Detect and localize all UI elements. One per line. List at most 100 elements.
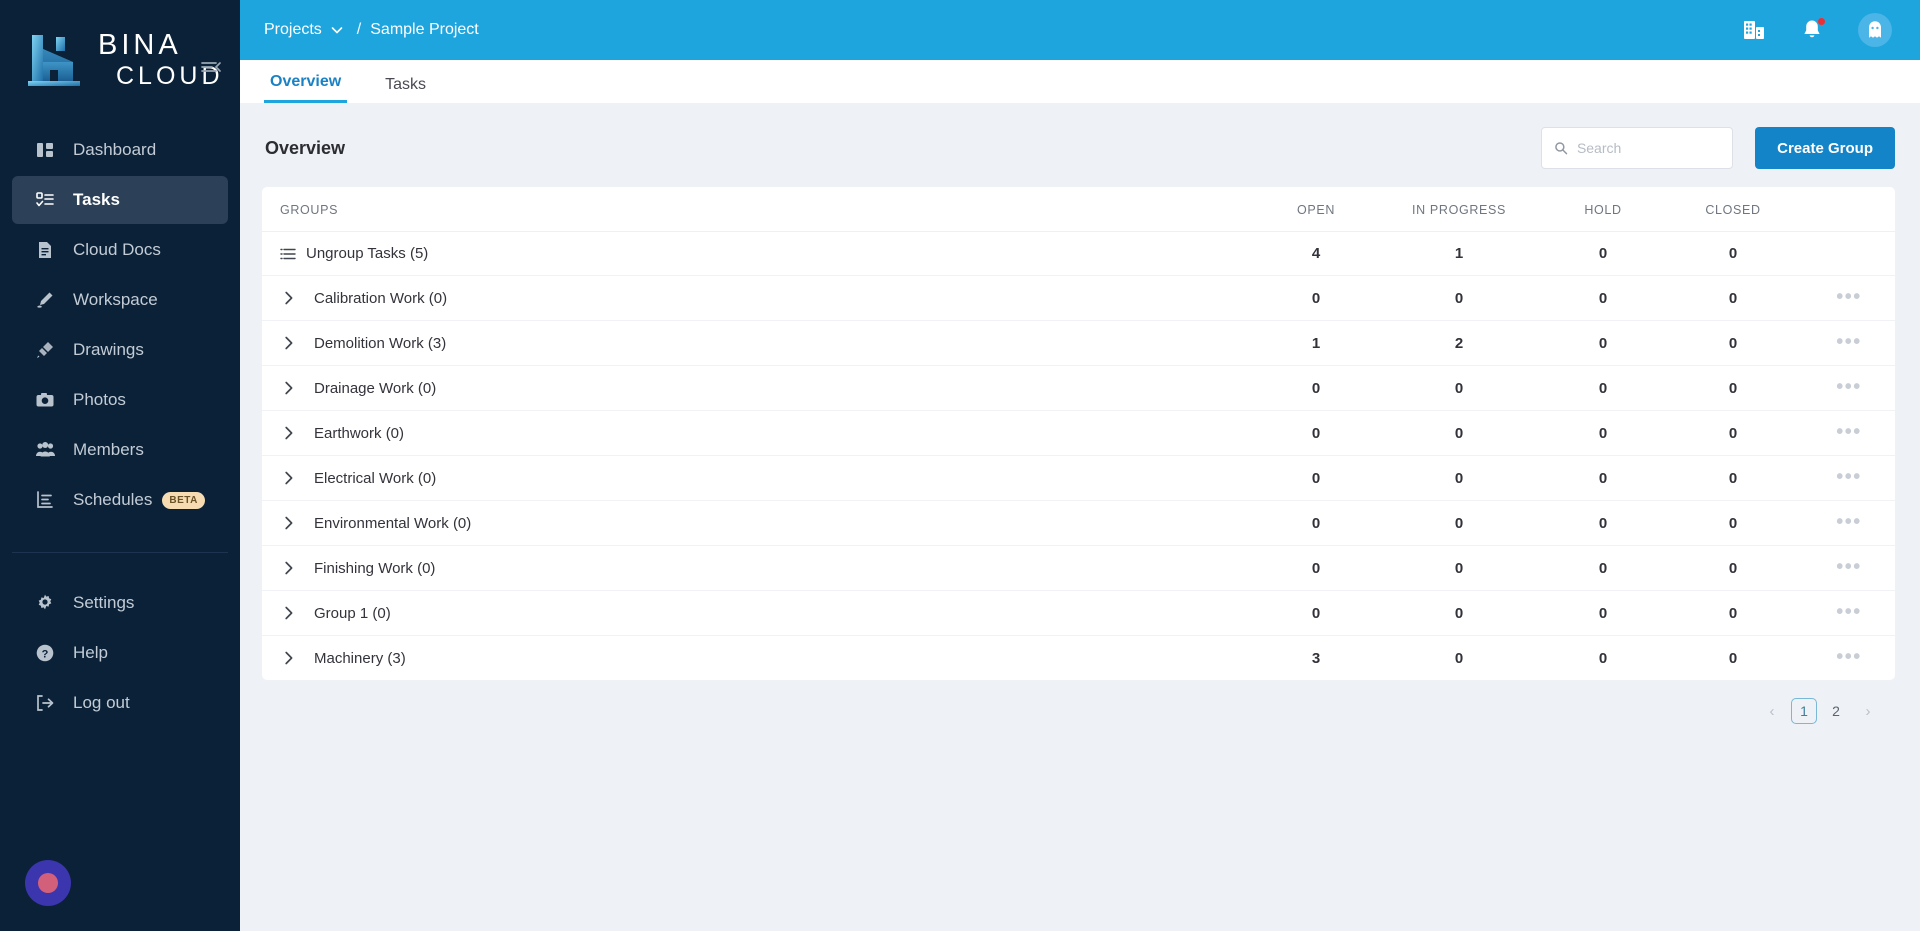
chevron-right-icon[interactable] [280, 424, 300, 442]
table-row[interactable]: Finishing Work (0) 0 0 0 0 ••• [262, 545, 1895, 591]
sidebar-item-drawings[interactable]: Drawings [12, 326, 228, 374]
group-cell[interactable]: Drainage Work (0) [262, 365, 1257, 411]
chevron-right-icon[interactable] [280, 334, 300, 352]
row-actions-cell[interactable]: ••• [1803, 636, 1895, 681]
in-progress-count: 1 [1375, 231, 1543, 276]
row-more-menu-icon[interactable]: ••• [1836, 466, 1862, 488]
people-icon [34, 439, 56, 461]
in-progress-count: 0 [1454, 649, 1464, 667]
table-header-row: GROUPS OPEN IN PROGRESS HOLD CLOSED [262, 187, 1895, 232]
pagination-prev[interactable]: ‹ [1759, 698, 1785, 724]
company-building-icon[interactable] [1742, 18, 1766, 42]
create-group-button[interactable]: Create Group [1755, 127, 1895, 169]
sidebar-item-cloud-docs[interactable]: Cloud Docs [12, 226, 228, 274]
group-cell[interactable]: Demolition Work (3) [262, 320, 1257, 366]
hold-count: 0 [1543, 455, 1663, 501]
sidebar-item-logout[interactable]: Log out [12, 679, 228, 727]
breadcrumb-current[interactable]: Sample Project [370, 21, 479, 39]
chevron-right-icon[interactable] [280, 559, 300, 577]
row-more-menu-icon[interactable]: ••• [1836, 601, 1862, 623]
row-more-menu-icon[interactable]: ••• [1836, 646, 1862, 668]
breadcrumb-projects[interactable]: Projects [264, 21, 322, 39]
closed-count: 0 [1663, 410, 1803, 456]
row-more-menu-icon[interactable]: ••• [1836, 331, 1862, 353]
pagination-next[interactable]: › [1855, 698, 1881, 724]
document-icon [34, 239, 56, 261]
row-actions-cell[interactable]: ••• [1803, 320, 1895, 366]
table-row[interactable]: Machinery (3) 3 0 0 0 ••• [262, 636, 1895, 681]
group-cell[interactable]: Earthwork (0) [262, 410, 1257, 456]
row-actions-cell[interactable]: ••• [1803, 275, 1895, 321]
table-row[interactable]: Environmental Work (0) 0 0 0 0 ••• [262, 500, 1895, 546]
search-box[interactable] [1541, 127, 1734, 169]
table-row[interactable]: Drainage Work (0) 0 0 0 0 ••• [262, 365, 1895, 411]
table-row[interactable]: Ungroup Tasks (5) 4 1 0 0 [262, 231, 1895, 276]
group-cell[interactable]: Group 1 (0) [262, 590, 1257, 636]
tab-overview[interactable]: Overview [264, 74, 348, 103]
sidebar-item-members[interactable]: Members [12, 426, 228, 474]
sidebar-item-schedules[interactable]: Schedules BETA [12, 476, 228, 524]
pen-workspace-icon [34, 289, 56, 311]
group-cell[interactable]: Ungroup Tasks (5) [262, 231, 1257, 276]
table-head: GROUPS OPEN IN PROGRESS HOLD CLOSED [262, 187, 1895, 232]
sidebar-item-settings[interactable]: Settings [12, 579, 228, 627]
row-more-menu-icon[interactable]: ••• [1836, 421, 1862, 443]
chevron-right-icon[interactable] [280, 469, 300, 487]
support-bubble-button[interactable] [25, 860, 71, 906]
in-progress-count: 0 [1375, 275, 1543, 321]
chevron-right-icon[interactable] [280, 379, 300, 397]
chevron-right-icon[interactable] [280, 604, 300, 622]
group-cell[interactable]: Machinery (3) [262, 636, 1257, 681]
notification-bell-icon[interactable] [1800, 17, 1826, 42]
table-row[interactable]: Calibration Work (0) 0 0 0 0 ••• [262, 275, 1895, 321]
group-name: Machinery (3) [314, 649, 406, 667]
hold-count: 0 [1543, 500, 1663, 546]
row-actions-cell[interactable]: ••• [1803, 410, 1895, 456]
row-more-menu-icon[interactable]: ••• [1836, 376, 1862, 398]
sidebar-item-workspace[interactable]: Workspace [12, 276, 228, 324]
sidebar-item-dashboard[interactable]: Dashboard [12, 126, 228, 174]
sidebar-item-help[interactable]: ? Help [12, 629, 228, 677]
row-more-menu-icon[interactable]: ••• [1836, 286, 1862, 308]
chevron-right-icon[interactable] [280, 649, 300, 667]
collapse-sidebar-icon[interactable] [200, 56, 222, 78]
group-cell[interactable]: Calibration Work (0) [262, 275, 1257, 321]
sidebar-item-photos[interactable]: Photos [12, 376, 228, 424]
list-lines-icon[interactable] [280, 246, 298, 262]
table-row[interactable]: Demolition Work (3) 1 2 0 0 ••• [262, 320, 1895, 366]
group-cell[interactable]: Finishing Work (0) [262, 545, 1257, 591]
sidebar-item-tasks[interactable]: Tasks [12, 176, 228, 224]
group-cell[interactable]: Electrical Work (0) [262, 455, 1257, 501]
row-actions-cell[interactable]: ••• [1803, 500, 1895, 546]
row-more-menu-icon[interactable]: ••• [1836, 511, 1862, 533]
chevron-right-icon[interactable] [280, 289, 300, 307]
open-count: 0 [1257, 590, 1375, 636]
row-actions-cell[interactable]: ••• [1803, 545, 1895, 591]
column-header-actions [1803, 187, 1895, 232]
page-title: Overview [265, 137, 346, 158]
row-actions-cell[interactable]: ••• [1803, 590, 1895, 636]
chevron-right-icon[interactable] [280, 514, 300, 532]
search-input[interactable] [1576, 140, 1721, 156]
in-progress-count: 0 [1375, 500, 1543, 546]
user-avatar-ghost-icon[interactable] [1858, 13, 1892, 47]
svg-text:?: ? [42, 648, 49, 660]
brand-logo[interactable]: BINA CLOUD [0, 0, 240, 120]
group-name: Drainage Work (0) [314, 379, 437, 397]
row-more-menu-icon[interactable]: ••• [1836, 556, 1862, 578]
tab-tasks[interactable]: Tasks [379, 77, 432, 103]
table-row[interactable]: Earthwork (0) 0 0 0 0 ••• [262, 410, 1895, 456]
group-name: Demolition Work (3) [314, 334, 447, 352]
in-progress-count: 0 [1375, 455, 1543, 501]
row-actions-cell[interactable]: ••• [1803, 455, 1895, 501]
pagination-page-2[interactable]: 2 [1823, 698, 1849, 724]
row-actions-cell[interactable]: ••• [1803, 365, 1895, 411]
table-row[interactable]: Electrical Work (0) 0 0 0 0 ••• [262, 455, 1895, 501]
chevron-down-icon[interactable] [329, 22, 345, 38]
closed-count: 0 [1728, 649, 1738, 667]
closed-count: 0 [1663, 231, 1803, 276]
in-progress-count: 0 [1375, 545, 1543, 591]
group-cell[interactable]: Environmental Work (0) [262, 500, 1257, 546]
table-row[interactable]: Group 1 (0) 0 0 0 0 ••• [262, 590, 1895, 636]
pagination-page-1[interactable]: 1 [1791, 698, 1817, 724]
